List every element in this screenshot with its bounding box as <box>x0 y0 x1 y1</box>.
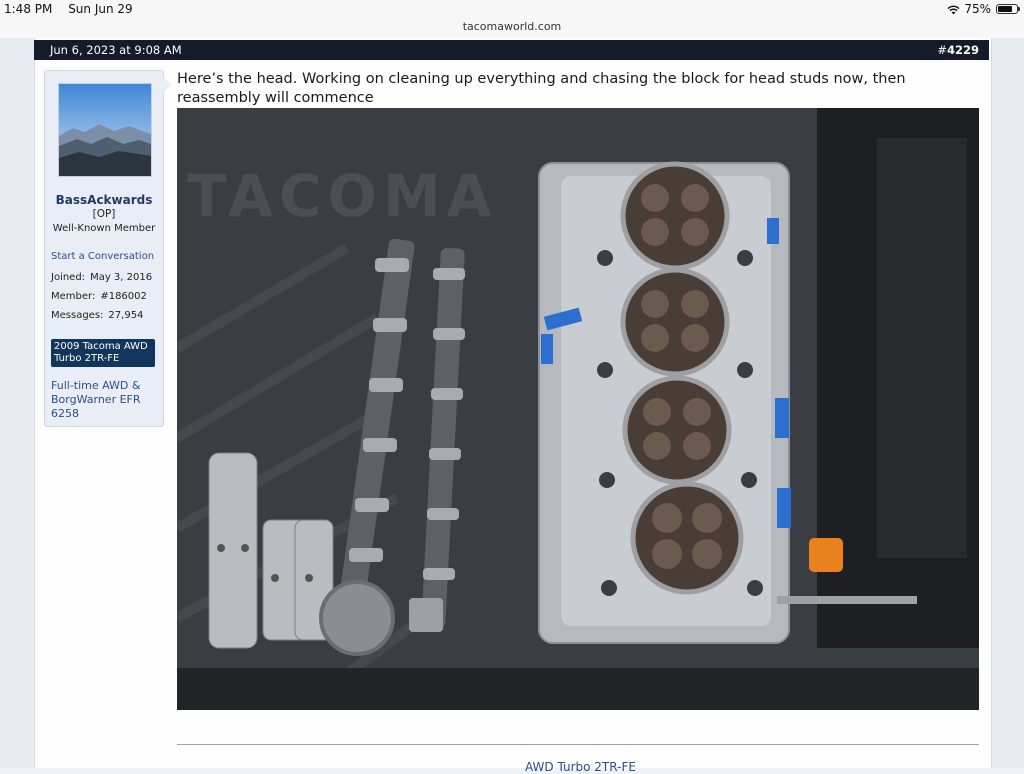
status-time: 1:48 PM <box>4 2 53 16</box>
stat-label: Member: <box>51 291 96 302</box>
username[interactable]: BassAckwards <box>45 193 163 207</box>
status-bar: 1:48 PM Sun Jun 29 75% <box>0 0 1024 20</box>
stat-joined: Joined: May 3, 2016 <box>51 272 152 283</box>
stat-member: Member: #186002 <box>51 291 147 302</box>
post-image[interactable]: TACOMA <box>177 108 979 710</box>
vehicle-description[interactable]: Full-time AWD & BorgWarner EFR 6258 <box>51 379 156 421</box>
signature-link[interactable]: AWD Turbo 2TR-FE <box>525 760 636 774</box>
post-header: Jun 6, 2023 at 9:08 AM #4229 <box>34 40 989 60</box>
post-body: Here’s the head. Working on cleaning up … <box>177 71 906 106</box>
user-rank: Well-Known Member <box>52 223 156 234</box>
stat-value: May 3, 2016 <box>90 272 153 283</box>
stat-label: Joined: <box>51 272 86 283</box>
start-conversation-link[interactable]: Start a Conversation <box>51 251 154 262</box>
user-card: BassAckwards [OP] Well-Known Member Star… <box>44 70 171 427</box>
stat-value[interactable]: 27,954 <box>108 310 143 321</box>
wifi-icon <box>947 5 960 14</box>
stat-value: #186002 <box>100 291 147 302</box>
address-bar[interactable]: tacomaworld.com <box>0 20 1024 39</box>
post-number[interactable]: #4229 <box>937 43 979 57</box>
avatar[interactable] <box>58 83 152 177</box>
op-tag: [OP] <box>92 208 116 220</box>
stat-label: Messages: <box>51 310 104 321</box>
post-number-prefix: # <box>937 43 947 57</box>
mat-logo: TACOMA <box>187 162 497 230</box>
stat-messages: Messages: 27,954 <box>51 310 143 321</box>
vehicle-badge[interactable]: 2009 Tacoma AWD Turbo 2TR-FE <box>51 339 155 367</box>
url-text: tacomaworld.com <box>462 20 562 33</box>
battery-percent: 75% <box>964 2 991 16</box>
signature-divider <box>177 744 979 745</box>
post-timestamp[interactable]: Jun 6, 2023 at 9:08 AM <box>50 43 182 57</box>
battery-icon <box>996 4 1020 14</box>
status-date: Sun Jun 29 <box>68 2 133 16</box>
post-number-value: 4229 <box>946 43 979 57</box>
